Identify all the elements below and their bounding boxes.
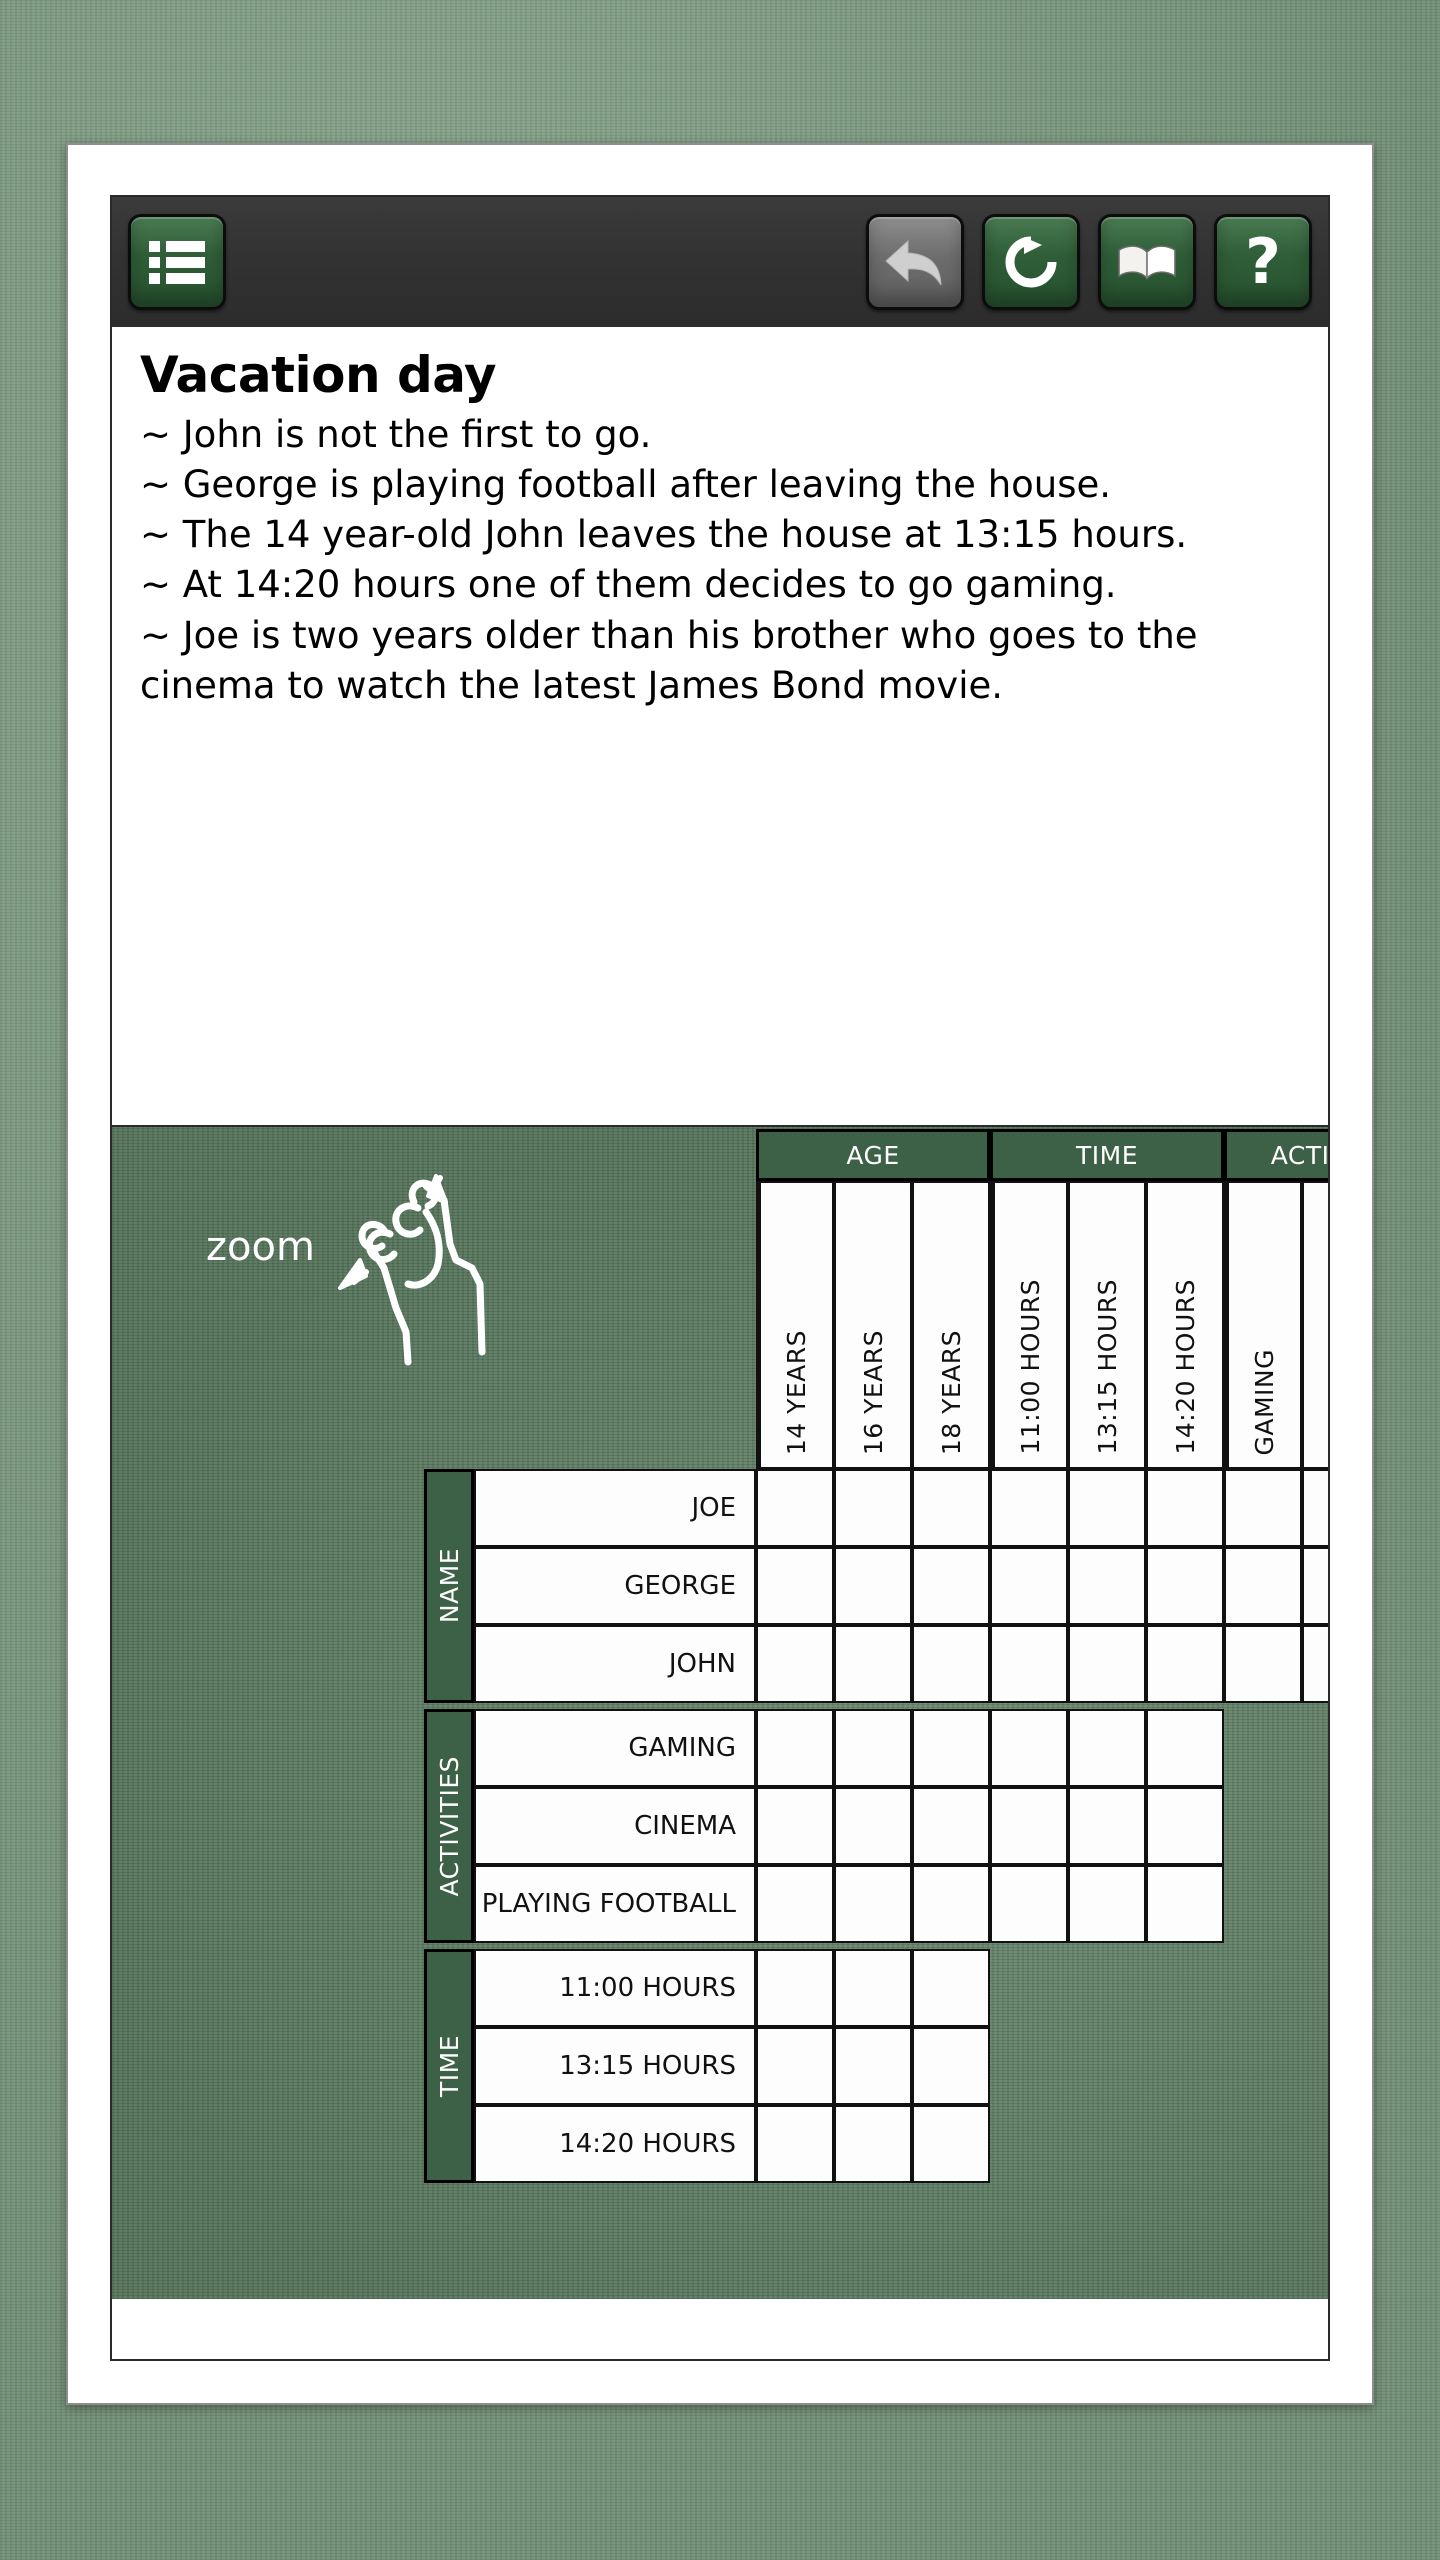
grid-cell[interactable] [1068, 1787, 1146, 1865]
column-category-header: AGE [756, 1129, 990, 1181]
grid-cell[interactable] [834, 1709, 912, 1787]
list-icon [149, 239, 205, 285]
open-book-icon [1115, 238, 1179, 286]
column-label: 14:20 HOURS [1146, 1181, 1224, 1469]
grid-cell[interactable] [912, 2027, 990, 2105]
grid-cell[interactable] [1146, 1787, 1224, 1865]
clue-item: ~ The 14 year-old John leaves the house … [140, 513, 1188, 557]
grid-cell[interactable] [756, 1787, 834, 1865]
row-category-header: TIME [424, 1949, 474, 2183]
puzzle-text-panel: Vacation day ~ John is not the first to … [112, 327, 1328, 1127]
grid-cell[interactable] [834, 2105, 912, 2183]
grid-cell[interactable] [1224, 1547, 1302, 1625]
grid-cell[interactable] [1302, 1469, 1328, 1547]
row-label: GEORGE [474, 1547, 756, 1625]
row-label: 13:15 HOURS [474, 2027, 756, 2105]
grid-cell[interactable] [834, 1547, 912, 1625]
row-label: CINEMA [474, 1787, 756, 1865]
grid-cell[interactable] [756, 1709, 834, 1787]
clue-item: ~ At 14:20 hours one of them decides to … [140, 563, 1117, 607]
row-label: JOE [474, 1469, 756, 1547]
grid-cell[interactable] [756, 1469, 834, 1547]
grid-cell[interactable] [1068, 1625, 1146, 1703]
row-label: JOHN [474, 1625, 756, 1703]
column-category-header: ACTIVITIES [1224, 1129, 1328, 1181]
toolbar-actions: ? [866, 214, 1312, 310]
row-label: 14:20 HOURS [474, 2105, 756, 2183]
grid-cell[interactable] [1302, 1625, 1328, 1703]
clue-item: ~ George is playing football after leavi… [140, 462, 1112, 506]
grid-cell[interactable] [1068, 1865, 1146, 1943]
book-button[interactable] [1098, 214, 1196, 310]
grid-cell[interactable] [912, 1625, 990, 1703]
grid-cell[interactable] [756, 1949, 834, 2027]
toolbar: ? [112, 197, 1328, 327]
grid-cell[interactable] [1146, 1547, 1224, 1625]
grid-cell[interactable] [912, 1865, 990, 1943]
grid-cell[interactable] [912, 1709, 990, 1787]
zoom-hint-label: zoom [206, 1224, 315, 1270]
menu-button[interactable] [128, 214, 226, 310]
grid-cell[interactable] [834, 1865, 912, 1943]
question-mark-icon: ? [1245, 225, 1281, 298]
device-frame: ? Vacation day ~ John is not the first t… [66, 143, 1374, 2405]
restart-button[interactable] [982, 214, 1080, 310]
row-category-header: NAME [424, 1469, 474, 1703]
logic-grid-area: zoom AGE TIME ACTI 14 YEARS 16 YEARS 18 … [112, 1127, 1328, 2299]
grid-cell[interactable] [756, 1865, 834, 1943]
grid-cell[interactable] [912, 2105, 990, 2183]
grid-cell[interactable] [1224, 1625, 1302, 1703]
column-label: 11:00 HOURS [990, 1181, 1068, 1469]
app-screen: ? Vacation day ~ John is not the first t… [110, 195, 1330, 2361]
help-button[interactable]: ? [1214, 214, 1312, 310]
grid-cell[interactable] [912, 1469, 990, 1547]
undo-button[interactable] [866, 214, 964, 310]
grid-cell[interactable] [1146, 1625, 1224, 1703]
grid-cell[interactable] [990, 1787, 1068, 1865]
grid-cell[interactable] [1302, 1547, 1328, 1625]
grid-cell[interactable] [990, 1469, 1068, 1547]
grid-cell[interactable] [990, 1709, 1068, 1787]
column-category-header: TIME [990, 1129, 1224, 1181]
grid-cell[interactable] [990, 1625, 1068, 1703]
grid-cell[interactable] [1146, 1469, 1224, 1547]
row-label: GAMING [474, 1709, 756, 1787]
grid-cell[interactable] [1068, 1547, 1146, 1625]
column-label: CINEMA [1302, 1181, 1328, 1469]
grid-cell[interactable] [912, 1949, 990, 2027]
pinch-zoom-icon [338, 1174, 486, 1366]
row-label: PLAYING FOOTBALL [474, 1865, 756, 1943]
page-title: Vacation day [140, 346, 497, 404]
grid-cell[interactable] [756, 2027, 834, 2105]
row-label: 11:00 HOURS [474, 1949, 756, 2027]
zoom-hint: zoom [202, 1172, 532, 1412]
column-label: 16 YEARS [834, 1181, 912, 1469]
grid-cell[interactable] [834, 1469, 912, 1547]
grid-cell[interactable] [990, 1865, 1068, 1943]
grid-cell[interactable] [912, 1547, 990, 1625]
clue-item: ~ John is not the first to go. [140, 412, 652, 456]
grid-cell[interactable] [1146, 1865, 1224, 1943]
clue-item: ~ Joe is two years older than his brothe… [140, 613, 1210, 708]
grid-cell[interactable] [756, 2105, 834, 2183]
grid-cell[interactable] [1068, 1469, 1146, 1547]
grid-cell[interactable] [1146, 1709, 1224, 1787]
grid-cell[interactable] [834, 1625, 912, 1703]
grid-cell[interactable] [834, 1949, 912, 2027]
grid-cell[interactable] [834, 1787, 912, 1865]
column-label: 14 YEARS [756, 1181, 834, 1469]
grid-cell[interactable] [990, 1547, 1068, 1625]
row-category-header: ACTIVITIES [424, 1709, 474, 1943]
grid-cell[interactable] [912, 1787, 990, 1865]
refresh-icon [1002, 233, 1060, 291]
column-label: 13:15 HOURS [1068, 1181, 1146, 1469]
grid-cell[interactable] [756, 1547, 834, 1625]
grid-cell[interactable] [1068, 1709, 1146, 1787]
grid-cell[interactable] [834, 2027, 912, 2105]
undo-arrow-icon [884, 235, 946, 289]
grid-cell[interactable] [756, 1625, 834, 1703]
column-label: GAMING [1224, 1181, 1302, 1469]
grid-cell[interactable] [1224, 1469, 1302, 1547]
column-label: 18 YEARS [912, 1181, 990, 1469]
